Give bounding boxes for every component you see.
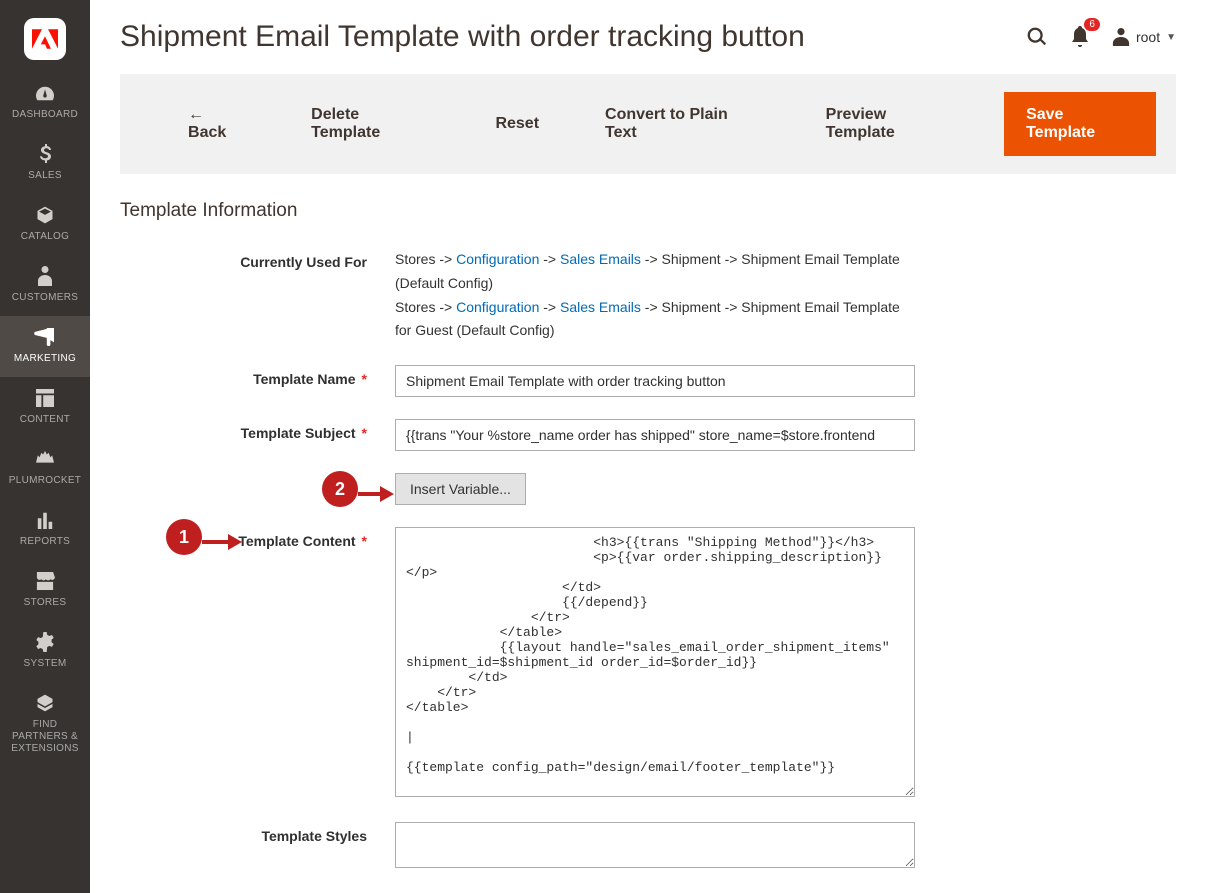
partners-icon — [35, 692, 55, 714]
sidebar-item-label: DASHBOARD — [12, 109, 78, 121]
action-toolbar: Back Delete Template Reset Convert to Pl… — [120, 74, 1176, 174]
stores-icon — [35, 570, 55, 592]
megaphone-icon — [34, 326, 56, 348]
layout-icon — [36, 387, 54, 409]
sales-emails-link[interactable]: Sales Emails — [560, 251, 641, 267]
field-template-name: Template Name * — [120, 365, 1176, 397]
reports-icon — [36, 509, 54, 531]
sidebar-item-label: CONTENT — [20, 414, 70, 426]
annotation-circle-2: 2 — [322, 471, 358, 507]
field-label: Template Content — [238, 533, 355, 549]
sidebar-item-plumrocket[interactable]: PLUMROCKET — [0, 438, 90, 499]
sidebar-item-content[interactable]: CONTENT — [0, 377, 90, 438]
search-button[interactable] — [1026, 26, 1048, 48]
sidebar-item-label: REPORTS — [20, 536, 70, 548]
sidebar-item-label: PLUMROCKET — [9, 475, 81, 487]
main-content: Shipment Email Template with order track… — [90, 0, 1206, 893]
adobe-logo-icon — [32, 26, 58, 52]
sidebar-item-label: STORES — [24, 597, 67, 609]
field-template-styles: Template Styles — [120, 822, 1176, 871]
search-icon — [1026, 26, 1048, 48]
sidebar-item-label: CUSTOMERS — [12, 292, 78, 304]
person-icon — [38, 265, 52, 287]
required-mark: * — [362, 425, 367, 441]
sidebar-item-label: CATALOG — [21, 231, 69, 243]
sidebar-item-dashboard[interactable]: DASHBOARD — [0, 72, 90, 133]
used-for-entry: Stores -> Configuration -> Sales Emails … — [395, 296, 915, 344]
page-header: Shipment Email Template with order track… — [90, 0, 1206, 74]
field-label: Currently Used For — [120, 248, 395, 343]
annotation-circle-1: 1 — [166, 519, 202, 555]
back-button[interactable]: Back — [170, 94, 263, 154]
field-label: Template Styles — [261, 828, 367, 844]
preview-template-button[interactable]: Preview Template — [808, 94, 974, 154]
sidebar-item-stores[interactable]: STORES — [0, 560, 90, 621]
sidebar-item-reports[interactable]: REPORTS — [0, 499, 90, 560]
template-information-section: Template Information Currently Used For … — [90, 200, 1206, 871]
sidebar-item-marketing[interactable]: MARKETING — [0, 316, 90, 377]
sidebar-item-label: SYSTEM — [24, 658, 67, 670]
save-template-button[interactable]: Save Template — [1004, 92, 1156, 156]
template-content-textarea[interactable] — [395, 527, 915, 797]
plumrocket-icon — [36, 448, 54, 470]
sidebar-item-customers[interactable]: CUSTOMERS — [0, 255, 90, 316]
convert-plain-text-button[interactable]: Convert to Plain Text — [587, 94, 778, 154]
sidebar-item-find-partners[interactable]: FIND PARTNERS & EXTENSIONS — [0, 682, 90, 767]
sidebar-item-sales[interactable]: SALES — [0, 133, 90, 194]
configuration-link[interactable]: Configuration — [456, 251, 539, 267]
dashboard-icon — [34, 82, 56, 104]
sidebar-item-label: MARKETING — [14, 353, 76, 365]
page-title: Shipment Email Template with order track… — [120, 20, 805, 54]
notification-badge: 6 — [1084, 18, 1100, 31]
section-title: Template Information — [120, 200, 1176, 222]
notifications-button[interactable]: 6 — [1070, 26, 1090, 48]
user-icon — [1112, 28, 1130, 46]
logo[interactable] — [24, 18, 66, 60]
caret-down-icon: ▼ — [1166, 32, 1176, 43]
sidebar-item-system[interactable]: SYSTEM — [0, 621, 90, 682]
sales-emails-link[interactable]: Sales Emails — [560, 299, 641, 315]
template-subject-input[interactable] — [395, 419, 915, 451]
field-currently-used-for: Currently Used For Stores -> Configurati… — [120, 248, 1176, 343]
field-label: Template Subject — [241, 425, 356, 441]
template-styles-textarea[interactable] — [395, 822, 915, 868]
gear-icon — [35, 631, 55, 653]
used-for-entry: Stores -> Configuration -> Sales Emails … — [395, 248, 915, 296]
dollar-icon — [38, 143, 52, 165]
admin-sidebar: DASHBOARD SALES CATALOG CUSTOMERS MARKET… — [0, 0, 90, 893]
required-mark: * — [362, 371, 367, 387]
delete-template-button[interactable]: Delete Template — [293, 94, 447, 154]
field-insert-variable: 2 Insert Variable... — [120, 473, 1176, 505]
field-label: Template Name — [253, 371, 355, 387]
template-name-input[interactable] — [395, 365, 915, 397]
sidebar-item-catalog[interactable]: CATALOG — [0, 194, 90, 255]
configuration-link[interactable]: Configuration — [456, 299, 539, 315]
user-name: root — [1136, 29, 1160, 45]
user-menu[interactable]: root ▼ — [1112, 28, 1176, 46]
reset-button[interactable]: Reset — [477, 103, 557, 145]
required-mark: * — [362, 533, 367, 549]
field-template-content: 1 Template Content* — [120, 527, 1176, 800]
insert-variable-button[interactable]: Insert Variable... — [395, 473, 526, 505]
catalog-icon — [35, 204, 55, 226]
sidebar-item-label: FIND PARTNERS & EXTENSIONS — [4, 719, 86, 755]
sidebar-item-label: SALES — [28, 170, 62, 182]
field-template-subject: Template Subject * — [120, 419, 1176, 451]
